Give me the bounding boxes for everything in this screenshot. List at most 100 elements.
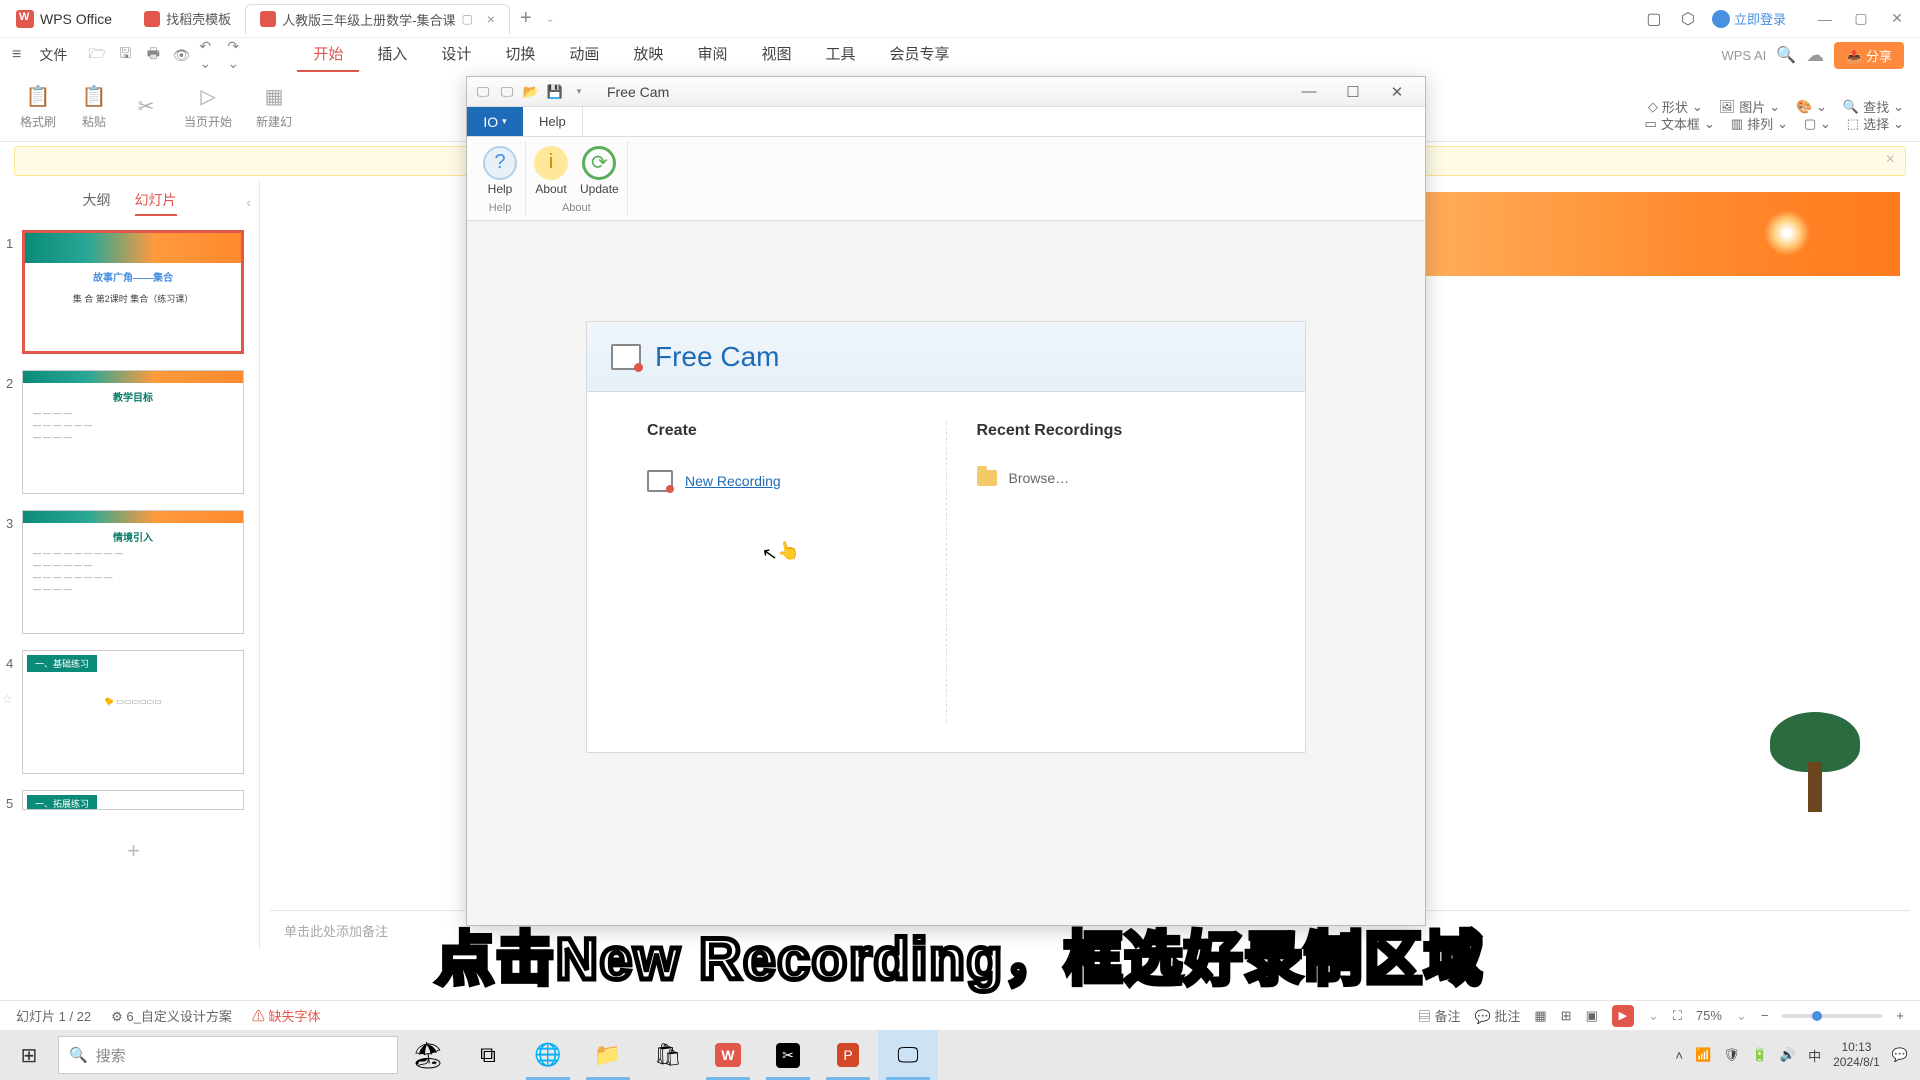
menu-tab-transition[interactable]: 切换	[489, 37, 551, 73]
start-button[interactable]: ⊞	[0, 1030, 58, 1080]
cloud-icon[interactable]: ☁	[1806, 45, 1824, 66]
ime-indicator[interactable]: 中	[1808, 1046, 1821, 1065]
security-icon[interactable]: 🛡	[1723, 1047, 1740, 1063]
menu-tab-design[interactable]: 设计	[425, 37, 487, 73]
slides-tab[interactable]: 幻灯片	[135, 190, 177, 216]
menu-tab-show[interactable]: 放映	[617, 37, 679, 73]
menu-tab-animation[interactable]: 动画	[553, 37, 615, 73]
notifications-icon[interactable]: 💬	[1892, 1047, 1908, 1063]
wps-taskbar-icon[interactable]: W	[698, 1030, 758, 1080]
menu-tab-member[interactable]: 会员专享	[873, 37, 965, 73]
zoom-slider[interactable]	[1782, 1014, 1882, 1018]
design-scheme[interactable]: ⚙ 6_自定义设计方案	[111, 1006, 232, 1025]
notes-toggle[interactable]: ▤ 备注	[1418, 1006, 1461, 1025]
print-icon[interactable]: 🖶	[143, 46, 163, 64]
fc-close-button[interactable]: ✕	[1375, 78, 1419, 106]
format-painter[interactable]: 📋格式刷	[20, 83, 56, 130]
fc-qat-menu[interactable]: ▾	[569, 83, 589, 101]
tab-template[interactable]: 找稻壳模板	[130, 4, 245, 34]
undo-icon[interactable]: ↶ ⌄	[199, 46, 219, 64]
zoom-out-button[interactable]: −	[1761, 1008, 1769, 1023]
fc-maximize-button[interactable]: ☐	[1331, 78, 1375, 106]
slide-list[interactable]: 1 故事广角——集合 集 合 第2课时 集合（练习课） 2 教学目标— — — …	[0, 226, 259, 926]
hamburger-icon[interactable]: ≡	[6, 46, 27, 64]
play-menu-icon[interactable]: ⌄	[1648, 1008, 1659, 1024]
browse-button[interactable]: Browse…	[977, 470, 1246, 486]
cube-icon[interactable]: ⬡	[1678, 9, 1698, 29]
freecam-titlebar[interactable]: 🖵 🖵 📂 💾 ▾ Free Cam — ☐ ✕	[467, 77, 1425, 107]
fc-about-button[interactable]: iAbout	[534, 146, 568, 196]
clock[interactable]: 10:132024/8/1	[1833, 1040, 1880, 1070]
minimize-button[interactable]: —	[1810, 9, 1840, 29]
open-icon[interactable]: 🗁	[87, 46, 107, 64]
fit-icon[interactable]: ⛶	[1673, 1008, 1682, 1024]
close-button[interactable]: ✕	[1882, 9, 1912, 29]
menu-tab-view[interactable]: 视图	[745, 37, 807, 73]
save-icon[interactable]: 🖫	[115, 46, 135, 64]
weather-widget[interactable]: 🏖	[398, 1030, 458, 1080]
new-slide[interactable]: ▦新建幻	[256, 83, 292, 130]
zoom-in-button[interactable]: +	[1896, 1008, 1904, 1023]
edge-icon[interactable]: 🌐	[518, 1030, 578, 1080]
add-tab-button[interactable]: +	[510, 7, 542, 30]
tab-menu-icon[interactable]: ⌄	[546, 12, 555, 25]
view-sorter-icon[interactable]: ⊞	[1561, 1008, 1572, 1024]
store-icon[interactable]: 🛍	[638, 1030, 698, 1080]
arrange-button[interactable]: ▥ 排列 ⌄	[1731, 114, 1788, 133]
taskbar-search[interactable]: 🔍 搜索	[58, 1036, 398, 1074]
task-view-icon[interactable]: ⧉	[458, 1030, 518, 1080]
view-normal-icon[interactable]: ▦	[1534, 1008, 1546, 1024]
search-icon[interactable]: 🔍	[1776, 45, 1796, 65]
login-button[interactable]: 立即登录	[1712, 9, 1786, 28]
battery-icon[interactable]: 🔋	[1752, 1047, 1768, 1063]
menu-tab-start[interactable]: 开始	[297, 37, 359, 73]
new-recording-button[interactable]: New Recording	[647, 470, 916, 492]
notice-close-icon[interactable]: ×	[1886, 151, 1895, 169]
collapse-icon[interactable]: ‹	[246, 194, 251, 210]
wps-ai-button[interactable]: WPS AI	[1721, 48, 1766, 63]
freecam-taskbar-icon[interactable]: 🖵	[878, 1030, 938, 1080]
slideshow-button[interactable]: ▶	[1612, 1005, 1634, 1027]
zoom-menu[interactable]: ⌄	[1736, 1008, 1747, 1024]
maximize-button[interactable]: ▢	[1846, 9, 1876, 29]
wifi-icon[interactable]: 📶	[1695, 1047, 1711, 1063]
paste-button[interactable]: 📋粘贴	[80, 83, 108, 130]
slide-thumb-4[interactable]: 4 ☆ 一、基础练习🐤 ▭▭▭▭▭▭	[22, 650, 245, 774]
redo-icon[interactable]: ↷ ⌄	[227, 46, 247, 64]
fc-update-button[interactable]: ⟳Update	[580, 146, 619, 196]
present-icon[interactable]: ▢	[461, 12, 472, 26]
slide-thumb-1[interactable]: 1 故事广角——集合 集 合 第2课时 集合（练习课）	[22, 230, 245, 354]
cut-button[interactable]: ✂	[132, 94, 160, 120]
fc-file-tab[interactable]: IO ▾	[467, 107, 523, 136]
view-reading-icon[interactable]: ▣	[1586, 1008, 1598, 1024]
fc-minimize-button[interactable]: —	[1287, 78, 1331, 106]
slide-thumb-2[interactable]: 2 教学目标— — — —— — — — — —— — — —	[22, 370, 245, 494]
share-button[interactable]: 📤 分享	[1834, 42, 1904, 69]
tray-chevron-icon[interactable]: ˄	[1675, 1048, 1683, 1063]
play-from-current[interactable]: ▷当页开始	[184, 83, 232, 130]
preview-icon[interactable]: 👁	[171, 46, 191, 64]
explorer-icon[interactable]: 📁	[578, 1030, 638, 1080]
add-slide-button[interactable]: +	[22, 826, 245, 876]
textbox-button[interactable]: ▭ 文本框 ⌄	[1645, 114, 1715, 133]
slide-thumb-5[interactable]: 5 一、拓展练习	[22, 790, 245, 810]
window-icon[interactable]: ▢	[1644, 9, 1664, 29]
fc-help-button[interactable]: ?Help	[483, 146, 517, 196]
fc-help-tab[interactable]: Help	[523, 107, 583, 136]
slide-thumb-3[interactable]: 3 情境引入— — — — — — — — —— — — — — —— — — …	[22, 510, 245, 634]
zoom-value[interactable]: 75%	[1696, 1008, 1722, 1023]
outline-tab[interactable]: 大纲	[83, 190, 111, 216]
fc-new-icon[interactable]: 🖵	[497, 83, 517, 101]
comments-toggle[interactable]: 💬 批注	[1475, 1006, 1521, 1025]
close-tab-icon[interactable]: ×	[487, 11, 495, 27]
select-button[interactable]: ⬚ 选择 ⌄	[1847, 114, 1904, 133]
volume-icon[interactable]: 🔊	[1780, 1047, 1796, 1063]
capcut-icon[interactable]: ✂	[758, 1030, 818, 1080]
file-menu[interactable]: 文件	[29, 45, 77, 65]
fc-open-icon[interactable]: 📂	[521, 83, 541, 101]
menu-tab-insert[interactable]: 插入	[361, 37, 423, 73]
missing-font-warning[interactable]: ⚠ 缺失字体	[252, 1006, 321, 1025]
page-indicator[interactable]: 幻灯片 1 / 22	[16, 1006, 91, 1025]
border-button[interactable]: ▢ ⌄	[1804, 114, 1831, 133]
menu-tab-review[interactable]: 审阅	[681, 37, 743, 73]
